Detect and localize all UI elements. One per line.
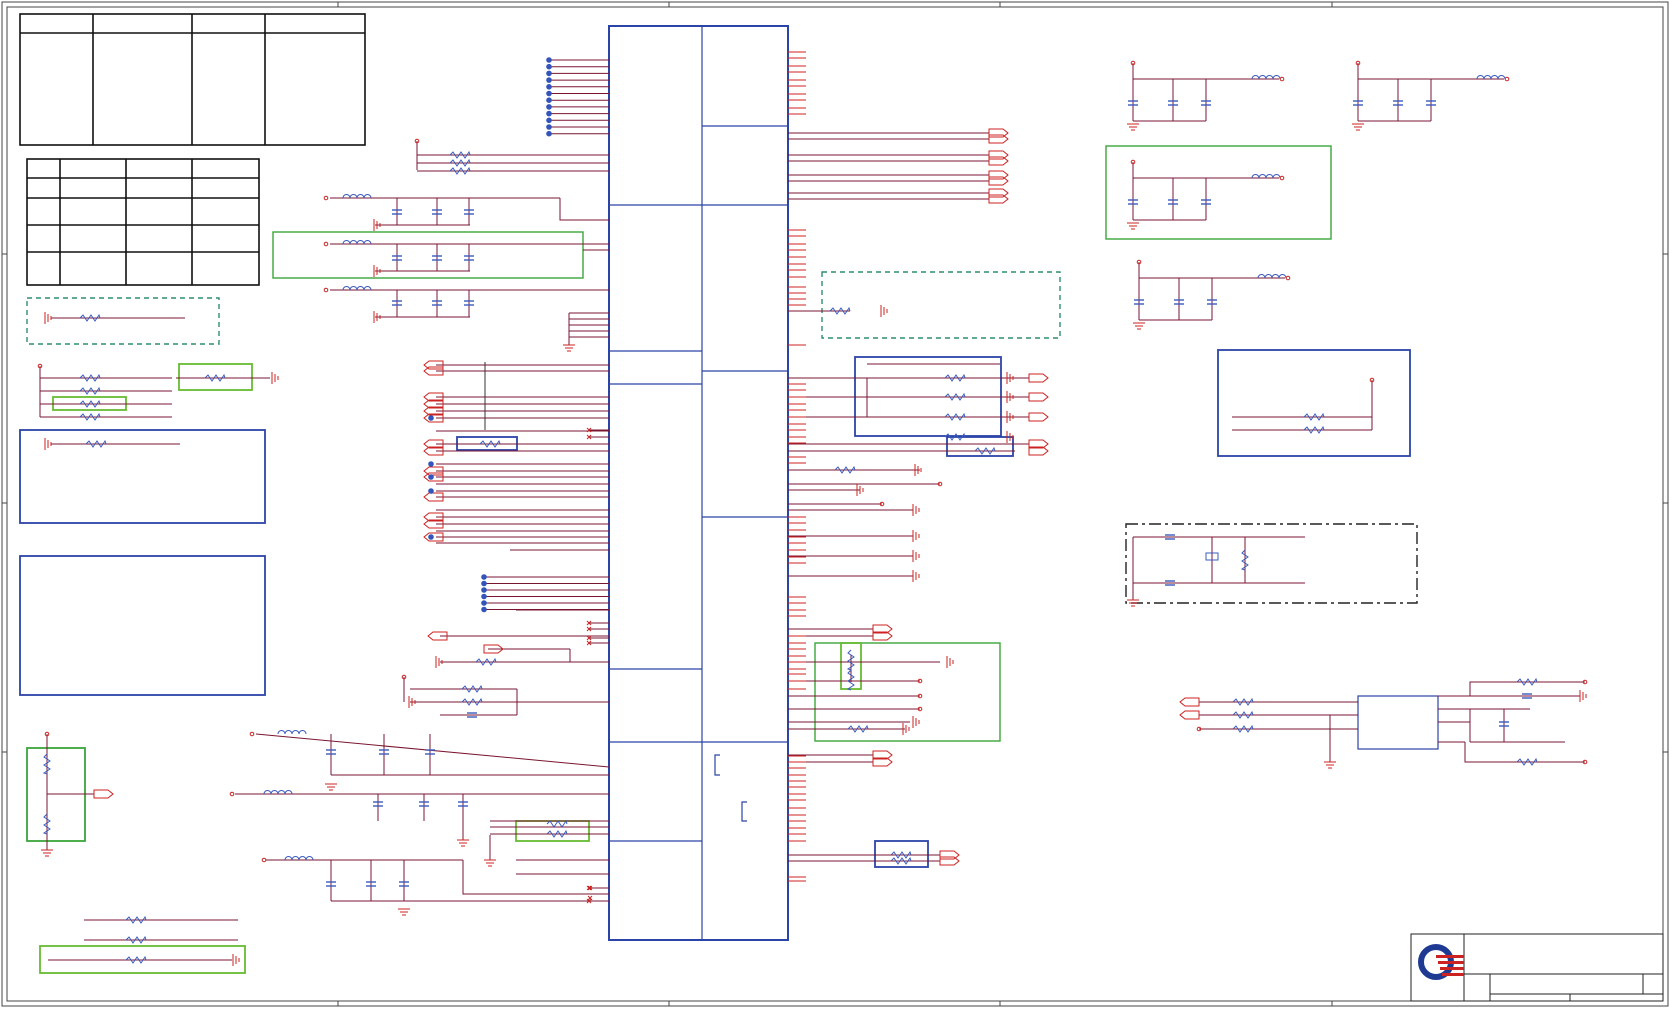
- junction-dot: [546, 84, 552, 90]
- junction-dot: [546, 57, 552, 63]
- dashed-note-box-mid: [821, 271, 1061, 339]
- resistor-symbol: [546, 819, 568, 828]
- power-pin: [323, 287, 329, 293]
- off-page-connector: [93, 789, 114, 799]
- junction-dot: [546, 104, 552, 110]
- off-page-connector: [1028, 373, 1049, 383]
- junction-dot: [428, 415, 434, 421]
- off-page-connector: [988, 188, 1009, 198]
- note-box-blue-2: [19, 555, 266, 696]
- inductor-symbol: [342, 194, 372, 199]
- green-box-res-a: [178, 363, 253, 391]
- power-pin: [1285, 275, 1291, 281]
- strap-table: [19, 13, 366, 146]
- wire-segment: [462, 860, 609, 895]
- junction-dot: [546, 110, 552, 117]
- junction-dot: [481, 593, 487, 600]
- power-pin: [229, 791, 235, 797]
- junction-dot: [546, 70, 552, 77]
- inductor-symbol: [342, 286, 372, 291]
- junction-dot: [481, 574, 487, 580]
- off-page-connector: [988, 194, 1009, 204]
- wire-segment: [559, 198, 609, 221]
- junction-dot: [428, 534, 434, 540]
- off-page-connector: [1028, 412, 1049, 422]
- off-page-connector: [1179, 710, 1200, 720]
- off-page-connector: [988, 134, 1009, 144]
- inductor-symbol: [1251, 174, 1281, 179]
- inductor-symbol: [1257, 274, 1287, 279]
- inductor-symbol: [342, 240, 372, 245]
- off-page-connector: [1028, 392, 1049, 402]
- junction-dot: [481, 606, 487, 613]
- junction-dot: [481, 600, 487, 606]
- off-page-connector: [939, 856, 960, 866]
- junction-dot: [428, 488, 434, 494]
- off-page-connector: [939, 850, 960, 860]
- power-pin: [249, 731, 255, 737]
- inductor-symbol: [277, 730, 307, 735]
- off-page-connector: [988, 150, 1009, 160]
- schematic-canvas: [1, 1, 1669, 1007]
- off-page-connector: [988, 128, 1009, 138]
- junction-dot: [546, 63, 552, 70]
- signal-wires: [39, 59, 1585, 961]
- power-pin: [323, 195, 329, 201]
- power-pin: [1279, 76, 1285, 82]
- junction-dot: [546, 124, 552, 130]
- blue-box-res-bottom: [874, 840, 929, 868]
- power-pin: [323, 241, 329, 247]
- main-ic-block: [608, 25, 789, 941]
- off-page-connector: [988, 156, 1009, 166]
- blue-box-right-note: [1217, 349, 1411, 457]
- junction-dot: [546, 117, 552, 124]
- inductor-symbol: [263, 790, 293, 795]
- power-pin: [261, 857, 267, 863]
- components: [37, 51, 1588, 966]
- inductor-symbol: [1476, 75, 1506, 80]
- junction-dot: [481, 587, 487, 593]
- dashed-note-box-left: [26, 297, 220, 345]
- inductor-symbol: [1251, 75, 1281, 80]
- clock-buffer-ic: [1357, 695, 1439, 750]
- junction-dot: [546, 90, 552, 97]
- power-pin: [1504, 76, 1510, 82]
- junction-dot: [481, 580, 487, 587]
- junction-dot: [428, 474, 434, 480]
- wire-segment: [569, 649, 609, 663]
- blue-box-res-single: [946, 436, 1014, 457]
- off-page-connector: [1179, 697, 1200, 707]
- config-table: [26, 158, 260, 286]
- wire-segment: [1464, 742, 1585, 763]
- junction-dot: [428, 461, 434, 467]
- inductor-symbol: [284, 856, 314, 861]
- off-page-connector: [988, 176, 1009, 186]
- green-box-right-filter: [1105, 145, 1332, 240]
- junction-dot: [546, 130, 552, 137]
- quanta-q-logo: [1418, 944, 1464, 980]
- power-pin: [1279, 175, 1285, 181]
- schematic-sheet: [0, 0, 1670, 1008]
- junction-dot: [546, 97, 552, 103]
- junction-dot: [546, 77, 552, 83]
- crystal-dashdot-box: [1125, 523, 1418, 604]
- green-box-mid-low: [814, 642, 1001, 742]
- off-page-connector: [988, 170, 1009, 180]
